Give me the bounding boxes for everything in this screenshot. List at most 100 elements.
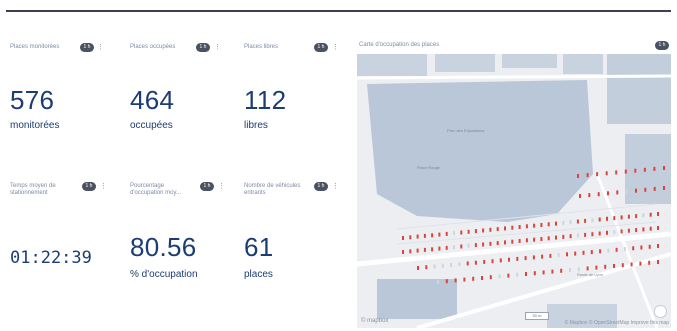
parking-spot[interactable] — [663, 166, 665, 170]
map-attribution[interactable]: © Mapbox © OpenStreetMap Improve this ma… — [565, 320, 669, 326]
parking-spot[interactable] — [635, 214, 638, 219]
parking-spot[interactable] — [508, 257, 510, 262]
parking-spot[interactable] — [613, 216, 616, 221]
parking-spot[interactable] — [441, 263, 444, 268]
parking-spot[interactable] — [562, 234, 565, 239]
parking-spot[interactable] — [482, 242, 485, 247]
parking-spot[interactable] — [467, 229, 470, 234]
parking-spot[interactable] — [533, 223, 536, 228]
parking-spot[interactable] — [525, 238, 528, 243]
parking-spot[interactable] — [504, 240, 506, 245]
parking-spot[interactable] — [533, 271, 536, 276]
map-canvas[interactable]: Parc des Expositions Place Rouge Route d… — [357, 54, 671, 328]
parking-spot[interactable] — [438, 232, 441, 237]
parking-spot[interactable] — [467, 243, 470, 248]
parking-spot[interactable] — [445, 231, 448, 236]
parking-spot[interactable] — [576, 233, 579, 238]
parking-spot[interactable] — [547, 222, 550, 227]
parking-spot[interactable] — [547, 236, 550, 241]
more-options-icon[interactable]: ⋮ — [218, 183, 225, 191]
parking-spot[interactable] — [624, 169, 627, 174]
parking-spot[interactable] — [607, 248, 610, 253]
parking-spot[interactable] — [576, 219, 579, 224]
parking-spot[interactable] — [541, 254, 544, 259]
parking-spot[interactable] — [643, 167, 646, 172]
parking-spot[interactable] — [540, 237, 543, 241]
parking-spot[interactable] — [630, 262, 633, 267]
parking-spot[interactable] — [639, 261, 642, 266]
parking-spot[interactable] — [489, 275, 492, 280]
parking-spot[interactable] — [463, 277, 466, 282]
parking-spot[interactable] — [460, 230, 463, 235]
parking-spot[interactable] — [474, 260, 477, 265]
parking-spot[interactable] — [569, 234, 572, 239]
parking-spot[interactable] — [625, 189, 628, 194]
parking-spot[interactable] — [423, 247, 426, 252]
parking-spot[interactable] — [409, 235, 412, 240]
parking-spot[interactable] — [635, 228, 638, 233]
parking-spot[interactable] — [555, 235, 557, 240]
parking-spot[interactable] — [489, 241, 492, 246]
parking-spot[interactable] — [525, 272, 527, 276]
parking-spot[interactable] — [542, 270, 545, 275]
parking-spot[interactable] — [511, 225, 514, 230]
parking-spot[interactable] — [423, 233, 426, 238]
parking-spot[interactable] — [574, 251, 577, 256]
parking-spot[interactable] — [598, 231, 601, 236]
parking-spot[interactable] — [445, 279, 448, 284]
parking-spot[interactable] — [582, 250, 585, 255]
parking-spot[interactable] — [540, 223, 543, 227]
parking-spot[interactable] — [482, 228, 485, 233]
parking-spot[interactable] — [402, 236, 404, 240]
parking-spot[interactable] — [466, 261, 469, 266]
parking-spot[interactable] — [599, 249, 602, 254]
parking-spot[interactable] — [499, 258, 502, 263]
parking-spot[interactable] — [606, 216, 608, 221]
occupancy-map[interactable]: Parc des Expositions Place Rouge Route d… — [357, 54, 671, 328]
parking-spot[interactable] — [621, 263, 624, 268]
parking-spot[interactable] — [450, 263, 453, 267]
parking-spot[interactable] — [632, 246, 635, 251]
parking-spot[interactable] — [474, 229, 477, 234]
parking-spot[interactable] — [586, 173, 589, 178]
parking-spot[interactable] — [416, 234, 419, 239]
parking-spot[interactable] — [402, 250, 404, 254]
parking-spot[interactable] — [615, 170, 618, 175]
parking-spot[interactable] — [649, 226, 652, 231]
parking-spot[interactable] — [437, 280, 439, 284]
parking-spot[interactable] — [516, 256, 519, 261]
parking-spot[interactable] — [653, 166, 656, 171]
parking-spot[interactable] — [496, 227, 499, 232]
time-badge[interactable]: 1 h — [80, 43, 94, 52]
parking-spot[interactable] — [566, 252, 568, 257]
parking-spot[interactable] — [613, 230, 616, 235]
parking-spot[interactable] — [657, 212, 659, 216]
parking-spot[interactable] — [496, 241, 499, 246]
parking-spot[interactable] — [569, 220, 572, 225]
parking-spot[interactable] — [642, 213, 645, 218]
parking-spot[interactable] — [560, 268, 563, 273]
parking-spot[interactable] — [562, 220, 565, 225]
parking-spot[interactable] — [489, 227, 492, 232]
time-badge[interactable]: 1 h — [200, 182, 214, 191]
parking-spot[interactable] — [648, 244, 651, 249]
more-options-icon[interactable]: ⋮ — [214, 44, 221, 52]
parking-spot[interactable] — [577, 174, 579, 178]
parking-spot[interactable] — [409, 249, 412, 254]
parking-spot[interactable] — [591, 232, 594, 237]
parking-spot[interactable] — [507, 273, 510, 278]
parking-spot[interactable] — [577, 267, 580, 272]
parking-spot[interactable] — [557, 253, 560, 258]
parking-spot[interactable] — [516, 272, 519, 277]
time-badge[interactable]: 1 h — [196, 43, 210, 52]
parking-spot[interactable] — [596, 172, 599, 177]
parking-spot[interactable] — [518, 225, 521, 229]
time-badge[interactable]: 1 h — [655, 41, 669, 50]
parking-spot[interactable] — [613, 264, 615, 268]
parking-spot[interactable] — [431, 247, 434, 252]
parking-spot[interactable] — [491, 259, 494, 264]
parking-spot[interactable] — [644, 187, 647, 192]
parking-spot[interactable] — [453, 231, 455, 236]
parking-spot[interactable] — [648, 260, 651, 265]
parking-spot[interactable] — [555, 221, 557, 226]
